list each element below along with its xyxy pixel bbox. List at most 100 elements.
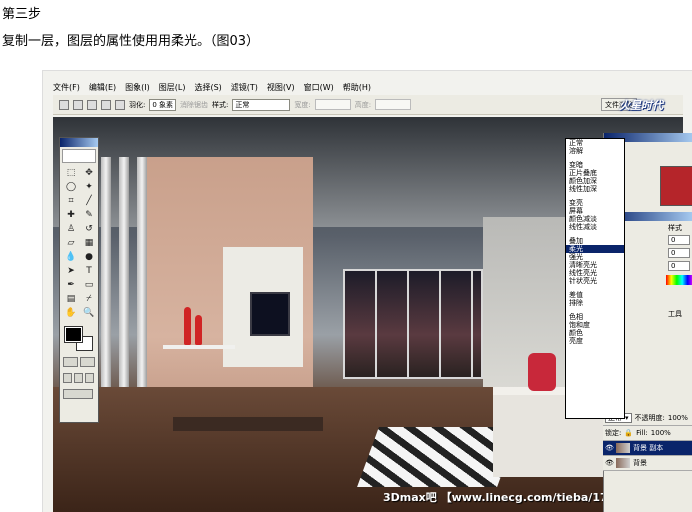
color-ramp[interactable] [666, 275, 692, 285]
type-icon[interactable]: T [81, 265, 97, 277]
move-icon[interactable]: ✥ [81, 167, 97, 179]
layer-row[interactable]: 👁 背景 [603, 456, 692, 471]
lock-icon[interactable]: 🔒 [624, 429, 633, 437]
marquee-icon[interactable]: ⬚ [63, 167, 79, 179]
imageready-button[interactable] [63, 389, 93, 399]
menu-bar: 文件(F) 编辑(E) 图象(I) 图层(L) 选择(S) 滤镜(T) 视图(V) 窗口(W)… [53, 79, 683, 95]
blend-mode-option[interactable]: 变暗 [566, 161, 624, 169]
toolbox-titlebar[interactable] [60, 138, 98, 147]
blend-mode-option[interactable]: 饱和度 [566, 321, 624, 329]
blend-mode-option[interactable]: 颜色减淡 [566, 215, 624, 223]
blend-mode-option[interactable]: 溶解 [566, 147, 624, 155]
menu-item[interactable]: 图层(L) [159, 82, 186, 93]
eraser-icon[interactable]: ▱ [63, 237, 79, 249]
quick-mask-modes [63, 357, 95, 367]
layer-row[interactable]: 👁 背景 副本 [603, 441, 692, 456]
slice-icon[interactable]: ╱ [81, 195, 97, 207]
blend-mode-option[interactable]: 线性加深 [566, 185, 624, 193]
screen-mode-full-button[interactable] [85, 373, 94, 383]
style-label: 样式: [212, 100, 229, 109]
render-shelf [163, 345, 235, 349]
blend-mode-option[interactable]: 正片叠底 [566, 169, 624, 177]
quick-mask-button[interactable] [80, 357, 95, 367]
menu-item[interactable]: 窗口(W) [304, 82, 334, 93]
blend-mode-option[interactable]: 柔光 [566, 245, 624, 253]
step-heading: 第三步 [2, 7, 42, 22]
blend-mode-option[interactable]: 强光 [566, 253, 624, 261]
menu-item[interactable]: 滤镜(T) [231, 82, 258, 93]
gradient-icon[interactable]: ▦ [81, 237, 97, 249]
menu-item[interactable]: 视图(V) [267, 82, 295, 93]
screen-mode-menu-button[interactable] [74, 373, 83, 383]
blend-mode-option[interactable]: 差值 [566, 291, 624, 299]
menu-item[interactable]: 文件(F) [53, 82, 80, 93]
new-selection-icon[interactable] [73, 99, 83, 110]
blend-mode-option[interactable]: 线性减淡 [566, 223, 624, 231]
shape-icon[interactable]: ▭ [81, 279, 97, 291]
blur-icon[interactable]: 💧 [63, 251, 79, 263]
history-brush-icon[interactable]: ↺ [81, 223, 97, 235]
crop-icon[interactable]: ⌗ [63, 195, 79, 207]
blend-mode-option[interactable]: 线性亮光 [566, 269, 624, 277]
tool-grid: ⬚ ✥ ◯ ✦ ⌗ ╱ ✚ ✎ ♙ ↺ ▱ ▦ 💧 ● ➤ T ✒ ▭ ▤ ⌿ … [60, 165, 98, 321]
blend-mode-option[interactable]: 排除 [566, 299, 624, 307]
height-input[interactable] [375, 99, 412, 110]
menu-item[interactable]: 帮助(H) [343, 82, 371, 93]
blend-mode-dropdown[interactable]: 正常 溶解变暗 正片叠底 颜色加深 线性加深变亮 屏幕 颜色减淡 线性减淡叠加 柔光 强光 清晰亮光… [565, 138, 625, 419]
antialias-checkbox[interactable]: 消除锯齿 [180, 100, 208, 110]
eye-icon[interactable]: 👁 [605, 459, 614, 467]
red-value[interactable]: 0 [668, 235, 690, 245]
navigator-thumbnail[interactable] [660, 166, 692, 206]
color-swatches[interactable] [64, 326, 95, 351]
notes-icon[interactable]: ▤ [63, 293, 79, 305]
subtract-selection-icon[interactable] [101, 99, 111, 110]
add-selection-icon[interactable] [87, 99, 97, 110]
tools-tab[interactable]: 工具 [668, 309, 692, 319]
eyedropper-icon[interactable]: ⌿ [81, 293, 97, 305]
render-vase [184, 307, 191, 345]
width-input[interactable] [314, 99, 351, 110]
foreground-color-swatch[interactable] [64, 326, 83, 343]
blend-mode-option[interactable]: 屏幕 [566, 207, 624, 215]
clone-stamp-icon[interactable]: ♙ [63, 223, 79, 235]
feather-input[interactable]: 0 象素 [149, 98, 177, 111]
photoshop-eye-icon[interactable] [62, 149, 96, 163]
pen-icon[interactable]: ✒ [63, 279, 79, 291]
style-select[interactable]: 正常 [232, 98, 291, 111]
blend-mode-option[interactable]: 变亮 [566, 199, 624, 207]
blue-value[interactable]: 0 [668, 261, 690, 271]
dodge-icon[interactable]: ● [81, 251, 97, 263]
magic-wand-icon[interactable]: ✦ [81, 181, 97, 193]
render-vase [195, 315, 202, 345]
healing-brush-icon[interactable]: ✚ [63, 209, 79, 221]
style-tab[interactable]: 样式 [668, 223, 692, 233]
blend-mode-option[interactable]: 叠加 [566, 237, 624, 245]
green-value[interactable]: 0 [668, 248, 690, 258]
screen-mode-standard-button[interactable] [63, 373, 72, 383]
path-selection-icon[interactable]: ➤ [63, 265, 79, 277]
standard-mode-button[interactable] [63, 357, 78, 367]
intersect-selection-icon[interactable] [115, 99, 125, 110]
opacity-input[interactable]: 100% [668, 414, 688, 422]
menu-item[interactable]: 选择(S) [194, 82, 221, 93]
blend-mode-option[interactable]: 色相 [566, 313, 624, 321]
step-description: 复制一层，图层的属性使用用柔光。（图03） [2, 34, 260, 49]
blend-mode-option[interactable]: 亮度 [566, 337, 624, 345]
fill-input[interactable]: 100% [651, 429, 671, 437]
menu-item[interactable]: 编辑(E) [89, 82, 116, 93]
eye-icon[interactable]: 👁 [605, 444, 614, 452]
screen-modes [63, 373, 95, 383]
blend-mode-option[interactable]: 颜色 [566, 329, 624, 337]
hand-icon[interactable]: ✋ [63, 307, 79, 319]
blend-mode-option[interactable]: 颜色加深 [566, 177, 624, 185]
blend-mode-option[interactable]: 正常 [566, 139, 624, 147]
marquee-tool-icon[interactable] [59, 99, 69, 110]
blend-mode-option[interactable]: 针状亮光 [566, 277, 624, 285]
menu-item[interactable]: 图象(I) [125, 82, 150, 93]
opacity-label: 不透明度: [634, 414, 665, 422]
zoom-icon[interactable]: 🔍 [81, 307, 97, 319]
lasso-icon[interactable]: ◯ [63, 181, 79, 193]
brush-icon[interactable]: ✎ [81, 209, 97, 221]
layers-panel: 正常▾ 不透明度: 100% 锁定: 🔒 Fill: 100% 👁背景 副本👁背… [603, 411, 692, 471]
blend-mode-option[interactable]: 清晰亮光 [566, 261, 624, 269]
